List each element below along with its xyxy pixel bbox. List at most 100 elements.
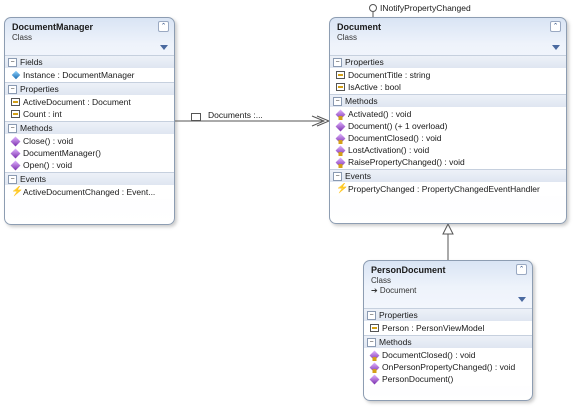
section-label: Methods	[20, 123, 53, 133]
member-text: DocumentManager()	[23, 148, 101, 158]
section-methods[interactable]: − Methods	[330, 94, 566, 107]
association-label: Documents :...	[208, 110, 263, 120]
member-text: DocumentTitle : string	[348, 70, 431, 80]
minus-box-icon[interactable]: −	[333, 172, 342, 181]
list-item[interactable]: Count : int	[5, 108, 174, 120]
section-label: Properties	[20, 84, 59, 94]
section-events[interactable]: − Events	[330, 169, 566, 182]
property-icon	[336, 71, 345, 79]
class-name: PersonDocument	[371, 265, 446, 275]
list-item[interactable]: DocumentClosed() : void	[364, 349, 532, 361]
section-label: Properties	[379, 310, 418, 320]
list-item[interactable]: LostActivation() : void	[330, 144, 566, 156]
member-text: ActiveDocument : Document	[23, 97, 131, 107]
method-icon	[10, 148, 21, 159]
minus-box-icon[interactable]: −	[333, 58, 342, 67]
method-icon	[369, 362, 380, 373]
minus-box-icon[interactable]: −	[367, 338, 376, 347]
list-item[interactable]: Instance : DocumentManager	[5, 69, 174, 81]
filter-funnel-icon[interactable]	[518, 297, 526, 302]
events-list: ⚡ PropertyChanged : PropertyChangedEventH…	[330, 182, 566, 196]
minus-box-icon[interactable]: −	[8, 175, 17, 184]
property-icon	[336, 83, 345, 91]
class-document[interactable]: Document Class ⌃ − Properties DocumentTi…	[329, 17, 567, 224]
member-text: DocumentClosed() : void	[382, 350, 476, 360]
properties-list: DocumentTitle : string IsActive : bool	[330, 68, 566, 94]
section-label: Properties	[345, 57, 384, 67]
class-person-document[interactable]: PersonDocument Class ➔ Document ⌃ − Prop…	[363, 260, 533, 401]
member-text: Person : PersonViewModel	[382, 323, 485, 333]
method-icon	[369, 350, 380, 361]
class-base: ➔ Document	[371, 286, 417, 295]
member-text: DocumentClosed() : void	[348, 133, 442, 143]
filter-funnel-icon[interactable]	[160, 45, 168, 50]
class-kind: Class	[12, 33, 33, 42]
double-chevron-up-icon[interactable]: ⌃	[158, 21, 169, 32]
member-text: LostActivation() : void	[348, 145, 430, 155]
section-events[interactable]: − Events	[5, 172, 174, 185]
list-item[interactable]: Close() : void	[5, 135, 174, 147]
minus-box-icon[interactable]: −	[8, 58, 17, 67]
list-item[interactable]: ⚡ PropertyChanged : PropertyChangedEventH…	[330, 183, 566, 195]
list-item[interactable]: ActiveDocument : Document	[5, 96, 174, 108]
method-icon	[335, 133, 346, 144]
methods-list: Activated() : void Document() (+ 1 overl…	[330, 107, 566, 169]
member-text: PersonDocument()	[382, 374, 454, 384]
method-icon	[10, 160, 21, 171]
list-item[interactable]: Activated() : void	[330, 108, 566, 120]
class-name: Document	[337, 22, 382, 32]
section-properties[interactable]: − Properties	[364, 308, 532, 321]
interface-label: INotifyPropertyChanged	[380, 3, 471, 13]
field-icon	[11, 70, 21, 80]
double-chevron-up-icon[interactable]: ⌃	[550, 21, 561, 32]
section-fields[interactable]: − Fields	[5, 55, 174, 68]
member-text: Document() (+ 1 overload)	[348, 121, 448, 131]
list-item[interactable]: Open() : void	[5, 159, 174, 171]
list-item[interactable]: Person : PersonViewModel	[364, 322, 532, 334]
section-label: Methods	[345, 96, 378, 106]
member-text: Instance : DocumentManager	[23, 70, 135, 80]
list-item[interactable]: RaisePropertyChanged() : void	[330, 156, 566, 168]
method-icon	[335, 109, 346, 120]
double-chevron-up-icon[interactable]: ⌃	[516, 264, 527, 275]
class-kind: Class	[371, 276, 392, 285]
methods-list: Close() : void DocumentManager() Open() …	[5, 134, 174, 172]
property-icon	[11, 110, 20, 118]
class-document-manager[interactable]: DocumentManager Class ⌃ − Fields Instanc…	[4, 17, 175, 225]
filter-funnel-icon[interactable]	[552, 45, 560, 50]
section-properties[interactable]: − Properties	[5, 82, 174, 95]
list-item[interactable]: IsActive : bool	[330, 81, 566, 93]
minus-box-icon[interactable]: −	[367, 311, 376, 320]
class-name: DocumentManager	[12, 22, 94, 32]
minus-box-icon[interactable]: −	[8, 124, 17, 133]
methods-list: DocumentClosed() : void OnPersonProperty…	[364, 348, 532, 386]
list-item[interactable]: DocumentTitle : string	[330, 69, 566, 81]
list-item[interactable]: Document() (+ 1 overload)	[330, 120, 566, 132]
list-item[interactable]: ⚡ ActiveDocumentChanged : Event...	[5, 186, 174, 198]
member-text: PropertyChanged : PropertyChangedEventHa…	[348, 184, 540, 194]
minus-box-icon[interactable]: −	[8, 85, 17, 94]
class-diagram-canvas: INotifyPropertyChanged Documents :... Do…	[0, 0, 576, 409]
class-header: PersonDocument Class ➔ Document ⌃	[364, 261, 532, 305]
list-item[interactable]: PersonDocument()	[364, 373, 532, 385]
method-icon	[335, 145, 346, 156]
properties-list: ActiveDocument : Document Count : int	[5, 95, 174, 121]
method-icon	[335, 157, 346, 168]
list-item[interactable]: DocumentManager()	[5, 147, 174, 159]
list-item[interactable]: DocumentClosed() : void	[330, 132, 566, 144]
property-icon	[370, 324, 379, 332]
property-icon	[191, 113, 201, 121]
fields-list: Instance : DocumentManager	[5, 68, 174, 82]
section-methods[interactable]: − Methods	[364, 335, 532, 348]
list-item[interactable]: OnPersonPropertyChanged() : void	[364, 361, 532, 373]
section-methods[interactable]: − Methods	[5, 121, 174, 134]
class-kind: Class	[337, 33, 358, 42]
event-lightning-icon: ⚡	[11, 186, 24, 197]
minus-box-icon[interactable]: −	[333, 97, 342, 106]
section-label: Events	[345, 171, 371, 181]
member-text: OnPersonPropertyChanged() : void	[382, 362, 516, 372]
member-text: Count : int	[23, 109, 62, 119]
section-properties[interactable]: − Properties	[330, 55, 566, 68]
section-label: Events	[20, 174, 46, 184]
member-text: Close() : void	[23, 136, 74, 146]
